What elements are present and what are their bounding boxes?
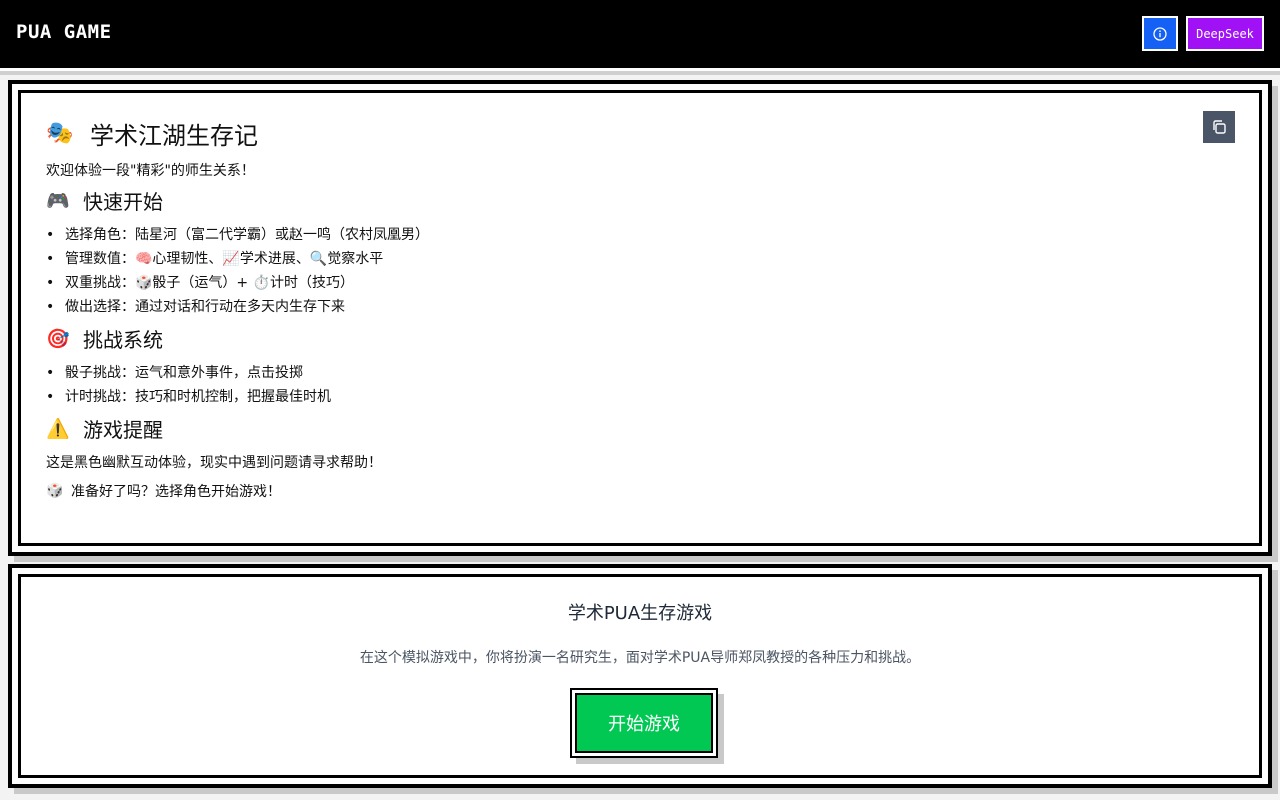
bullet-icon: • xyxy=(46,227,55,243)
warning-icon: ⚠️ xyxy=(46,417,70,440)
bullet-icon: • xyxy=(46,251,55,267)
challenge-heading: 🎯 挑战系统 xyxy=(46,323,1219,353)
game-controller-icon: 🎮 xyxy=(46,189,70,212)
list-item: • 选择角色：陆星河（富二代学霸）或赵一鸣（农村凤凰男） xyxy=(46,223,1219,247)
page-title-text: 学术江湖生存记 xyxy=(90,121,258,150)
intro-card-inner: 🎭 学术江湖生存记 欢迎体验一段"精彩"的师生关系！ 🎮 快速开始 • 选择角色：… xyxy=(18,90,1262,546)
start-game-label[interactable]: 开始游戏 xyxy=(575,693,713,753)
ready-line: 🎲 准备好了吗？选择角色开始游戏！ xyxy=(46,481,1219,501)
start-card-inner: 学术PUA生存游戏 在这个模拟游戏中，你将扮演一名研究生，面对学术PUA导师郑凤… xyxy=(18,574,1262,778)
list-item: • 计时挑战：技巧和时机控制，把握最佳时机 xyxy=(46,385,1219,409)
tips-text: 这是黑色幽默互动体验，现实中遇到问题请寻求帮助！ xyxy=(46,455,382,471)
list-item: • 做出选择：通过对话和行动在多天内生存下来 xyxy=(46,295,1219,319)
bullet-icon: • xyxy=(46,365,55,381)
quick-start-title: 快速开始 xyxy=(83,189,163,214)
start-card: 学术PUA生存游戏 在这个模拟游戏中，你将扮演一名研究生，面对学术PUA导师郑凤… xyxy=(8,564,1272,788)
list-item: • 管理数值：🧠心理韧性、📈学术进展、🔍觉察水平 xyxy=(46,247,1219,271)
tips-heading: ⚠️ 游戏提醒 xyxy=(46,413,1219,443)
list-item: • 双重挑战：🎲骰子（运气）+ ⏱️计时（技巧） xyxy=(46,271,1219,295)
tips-title: 游戏提醒 xyxy=(83,417,163,442)
header-divider xyxy=(0,68,1280,75)
bullet-icon: • xyxy=(46,299,55,315)
bullet-icon: • xyxy=(46,389,55,405)
page-title: 🎭 学术江湖生存记 xyxy=(46,115,1219,151)
target-icon: 🎯 xyxy=(46,327,70,350)
bullet-icon: • xyxy=(46,275,55,291)
theater-masks-icon: 🎭 xyxy=(46,120,74,146)
deepseek-button[interactable]: DeepSeek xyxy=(1186,16,1264,51)
intro-content: 🎭 学术江湖生存记 欢迎体验一段"精彩"的师生关系！ 🎮 快速开始 • 选择角色：… xyxy=(46,115,1219,501)
ready-text: 准备好了吗？选择角色开始游戏！ xyxy=(71,484,281,500)
intro-card: 🎭 学术江湖生存记 欢迎体验一段"精彩"的师生关系！ 🎮 快速开始 • 选择角色：… xyxy=(8,80,1272,556)
welcome-text: 欢迎体验一段"精彩"的师生关系！ xyxy=(46,163,255,179)
challenge-title: 挑战系统 xyxy=(83,327,163,352)
game-description: 在这个模拟游戏中，你将扮演一名研究生，面对学术PUA导师郑凤教授的各种压力和挑战… xyxy=(359,650,921,666)
challenge-list: • 骰子挑战：运气和意外事件，点击投掷 • 计时挑战：技巧和时机控制，把握最佳时机 xyxy=(46,361,1219,409)
top-bar: PUA GAME DeepSeek xyxy=(0,0,1280,68)
list-item: • 骰子挑战：运气和意外事件，点击投掷 xyxy=(46,361,1219,385)
game-title: 学术PUA生存游戏 xyxy=(567,603,713,624)
dice-icon: 🎲 xyxy=(46,483,64,499)
app-brand: PUA GAME xyxy=(16,21,112,43)
quick-start-heading: 🎮 快速开始 xyxy=(46,185,1219,215)
info-button[interactable] xyxy=(1142,16,1178,51)
info-icon xyxy=(1153,26,1167,41)
start-game-button[interactable]: 开始游戏 xyxy=(570,688,718,758)
quick-start-list: • 选择角色：陆星河（富二代学霸）或赵一鸣（农村凤凰男） • 管理数值：🧠心理韧性、… xyxy=(46,223,1219,319)
